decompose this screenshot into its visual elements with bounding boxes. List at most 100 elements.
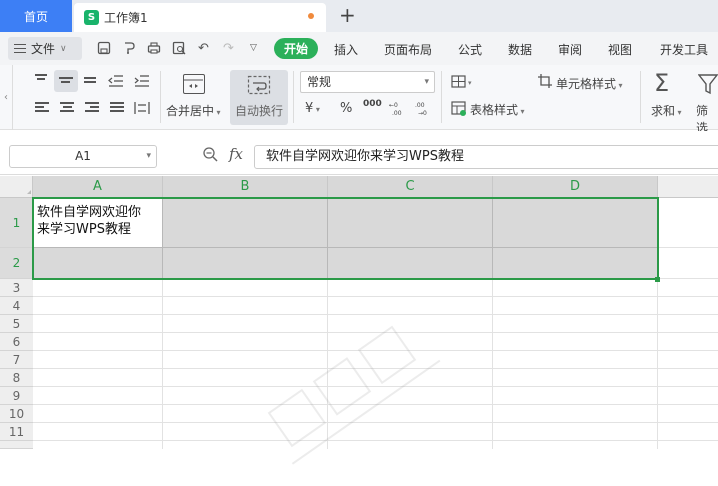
name-box[interactable]: A1 ▾	[9, 145, 157, 168]
tab-view[interactable]: 视图	[608, 41, 632, 58]
distributed-align-icon[interactable]	[134, 101, 150, 115]
column-header-e[interactable]	[658, 176, 718, 197]
grid-line	[33, 386, 718, 387]
row-header-4[interactable]: 4	[0, 297, 33, 315]
print-preview-icon[interactable]	[171, 41, 186, 56]
spreadsheet-grid[interactable]: A B C D 1 2 3 4 5 6 7 8 9 10 11 软件自学网欢迎你…	[0, 176, 718, 465]
column-header-d[interactable]: D	[493, 176, 658, 197]
row-header-9[interactable]: 9	[0, 387, 33, 405]
increase-indent-icon[interactable]	[134, 75, 150, 89]
redo-icon[interactable]: ↷	[221, 41, 236, 56]
tab-bar: 首页 S 工作簿1 +	[0, 0, 718, 32]
ribbon-separator	[441, 71, 442, 123]
insert-function-icon[interactable]: fx	[229, 145, 243, 163]
row-header-1[interactable]: 1	[0, 198, 33, 248]
grid-line	[33, 350, 718, 351]
customize-quickbar-icon[interactable]: ▽	[246, 41, 261, 56]
row-header-11[interactable]: 11	[0, 423, 33, 441]
percent-format-button[interactable]: %	[340, 101, 352, 116]
cell-c2[interactable]	[328, 248, 493, 279]
home-tab[interactable]: 首页	[0, 0, 72, 32]
tab-review[interactable]: 审阅	[558, 41, 582, 58]
cell-c1[interactable]	[328, 198, 493, 248]
row-header-10[interactable]: 10	[0, 405, 33, 423]
cell-style-icon	[537, 73, 553, 88]
merge-center-label[interactable]: 合并居中 ▾	[166, 102, 221, 119]
tab-developer[interactable]: 开发工具	[660, 41, 708, 58]
cell-border-icon[interactable]: ▾	[451, 75, 472, 89]
cell-a2[interactable]	[33, 248, 163, 279]
number-format-select[interactable]: 常规 ▾	[300, 71, 435, 93]
decrease-decimal-icon[interactable]: .00 →0	[415, 101, 431, 117]
grid-line	[162, 279, 163, 449]
tab-page-layout[interactable]: 页面布局	[384, 41, 432, 58]
formula-bar: A1 ▾ fx 软件自学网欢迎你来学习WPS教程	[0, 131, 718, 175]
workbook-tab[interactable]: S 工作簿1	[74, 3, 326, 32]
grid-line	[33, 296, 718, 297]
new-tab-plus-icon[interactable]: +	[339, 5, 356, 25]
find-zoom-icon[interactable]	[203, 147, 218, 162]
print-icon[interactable]	[146, 41, 161, 56]
column-header-c[interactable]: C	[328, 176, 493, 197]
export-icon[interactable]	[121, 41, 136, 56]
row-header-3[interactable]: 3	[0, 279, 33, 297]
row-header-12[interactable]	[0, 441, 33, 449]
menu-row: 文件 ∨ ↶ ↷ ▽ 开始 插入 页面布局 公式 数据 审阅 视图 开发工具	[0, 32, 718, 65]
justify-icon[interactable]	[110, 102, 126, 116]
tab-formulas[interactable]: 公式	[458, 41, 482, 58]
wrap-text-button[interactable]: 自动换行	[230, 70, 288, 125]
table-style-button[interactable]: 表格样式 ▾	[470, 101, 525, 118]
align-middle-button[interactable]	[54, 70, 78, 92]
grid-line	[33, 368, 718, 369]
cell-style-button[interactable]: 单元格样式 ▾	[556, 75, 623, 92]
save-icon[interactable]	[96, 41, 111, 56]
fill-handle[interactable]	[655, 277, 660, 282]
grid-line	[492, 279, 493, 449]
cell-a1[interactable]: 软件自学网欢迎你 来学习WPS教程	[33, 198, 163, 248]
ribbon-separator	[640, 71, 641, 123]
align-right-icon[interactable]	[85, 102, 101, 116]
align-top-icon[interactable]	[35, 74, 51, 88]
autosum-button[interactable]: 求和 ▾	[651, 102, 682, 119]
align-left-icon[interactable]	[35, 102, 51, 116]
column-header-b[interactable]: B	[163, 176, 328, 197]
formula-input[interactable]: 软件自学网欢迎你来学习WPS教程	[254, 145, 718, 169]
align-center-icon[interactable]	[60, 102, 76, 116]
grid-line	[33, 332, 718, 333]
cell-d2[interactable]	[493, 248, 658, 279]
cell-a1-line-2: 来学习WPS教程	[37, 222, 131, 237]
cell-b1[interactable]	[163, 198, 328, 248]
currency-format-button[interactable]: ¥ ▾	[305, 101, 320, 116]
merge-center-icon[interactable]	[183, 74, 205, 94]
align-bottom-icon[interactable]	[84, 77, 100, 91]
increase-decimal-icon[interactable]: ←0.00	[389, 101, 405, 117]
column-header-a[interactable]: A	[33, 176, 163, 197]
ribbon: ‹ 合并居中 ▾ 自动换行 常规 ▾ ¥ ▾ % 000 ←0.00 .00 →0	[0, 65, 718, 135]
grid-line	[327, 279, 328, 449]
select-all-corner[interactable]	[0, 176, 33, 197]
ribbon-scroll-left-icon[interactable]: ‹	[0, 65, 13, 130]
file-menu-button[interactable]: 文件 ∨	[8, 37, 82, 60]
decrease-indent-icon[interactable]	[108, 75, 124, 89]
thousands-format-button[interactable]: 000	[363, 99, 382, 109]
svg-text:▾: ▾	[468, 79, 472, 87]
undo-icon[interactable]: ↶	[196, 41, 211, 56]
row-header-5[interactable]: 5	[0, 315, 33, 333]
tab-data[interactable]: 数据	[508, 41, 532, 58]
cell-b2[interactable]	[163, 248, 328, 279]
row-header-2[interactable]: 2	[0, 248, 33, 279]
hamburger-icon	[14, 44, 26, 53]
row-header-7[interactable]: 7	[0, 351, 33, 369]
cell-d1[interactable]	[493, 198, 658, 248]
chevron-down-icon: ▾	[146, 151, 151, 161]
tab-insert[interactable]: 插入	[334, 41, 358, 58]
ribbon-separator	[160, 71, 161, 123]
name-box-value: A1	[75, 149, 91, 163]
unsaved-dot-icon	[308, 13, 314, 19]
tab-start[interactable]: 开始	[274, 38, 318, 59]
autosum-icon: Σ	[654, 69, 670, 97]
grid-line	[33, 422, 718, 423]
row-header-6[interactable]: 6	[0, 333, 33, 351]
grid-line	[658, 278, 718, 279]
row-header-8[interactable]: 8	[0, 369, 33, 387]
